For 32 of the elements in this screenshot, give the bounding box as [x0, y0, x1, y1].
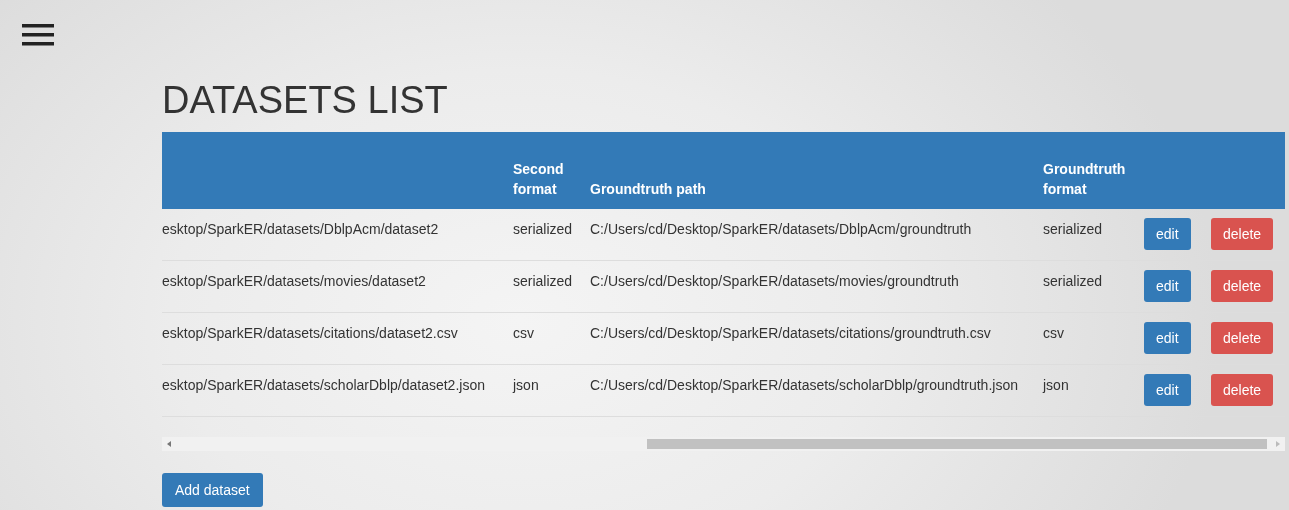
table-cell: C:/Users/cd/Desktop/SparkER/datasets/citations/groundtruth.csv	[590, 325, 991, 341]
table-cell: serialized	[1043, 221, 1103, 237]
delete-button[interactable]: delete	[1211, 322, 1274, 354]
edit-button[interactable]: edit	[1144, 322, 1191, 354]
table-cell: serialized	[513, 273, 573, 289]
delete-button[interactable]: delete	[1211, 374, 1274, 406]
column-header: Second format	[505, 132, 582, 209]
table-cell: csv	[513, 325, 534, 341]
table-cell: esktop/SparkER/datasets/movies/dataset2	[162, 273, 426, 289]
delete-button[interactable]: delete	[1211, 218, 1274, 250]
table-cell: csv	[1043, 325, 1064, 341]
table-cell: esktop/SparkER/datasets/scholarDblp/dataset2.json	[162, 377, 485, 393]
table-cell: C:/Users/cd/Desktop/SparkER/datasets/scholarDblp/groundtruth.json	[590, 377, 1018, 393]
table-cell: esktop/SparkER/datasets/citations/dataset2.csv	[162, 325, 458, 341]
delete-button[interactable]: delete	[1211, 270, 1274, 302]
table-cell: json	[513, 377, 539, 393]
table-cell: json	[1043, 377, 1069, 393]
table-cell: C:/Users/cd/Desktop/SparkER/datasets/movies/groundtruth	[590, 273, 959, 289]
menu-icon[interactable]	[22, 24, 54, 46]
table-cell: C:/Users/cd/Desktop/SparkER/datasets/DblpAcm/groundtruth	[590, 221, 972, 237]
add-dataset-button[interactable]: Add dataset	[162, 473, 263, 507]
column-header: Groundtruth format	[1035, 132, 1136, 209]
table-cell: serialized	[513, 221, 573, 237]
edit-button[interactable]: edit	[1144, 374, 1191, 406]
page-title: DATASETS LIST	[162, 80, 449, 120]
edit-button[interactable]: edit	[1144, 218, 1191, 250]
column-header: Groundtruth path	[582, 132, 1035, 209]
table-cell: esktop/SparkER/datasets/DblpAcm/dataset2	[162, 221, 439, 237]
horizontal-scrollbar[interactable]	[162, 437, 1285, 451]
table-cell: serialized	[1043, 273, 1103, 289]
edit-button[interactable]: edit	[1144, 270, 1191, 302]
scrollbar-thumb[interactable]	[647, 439, 1267, 449]
